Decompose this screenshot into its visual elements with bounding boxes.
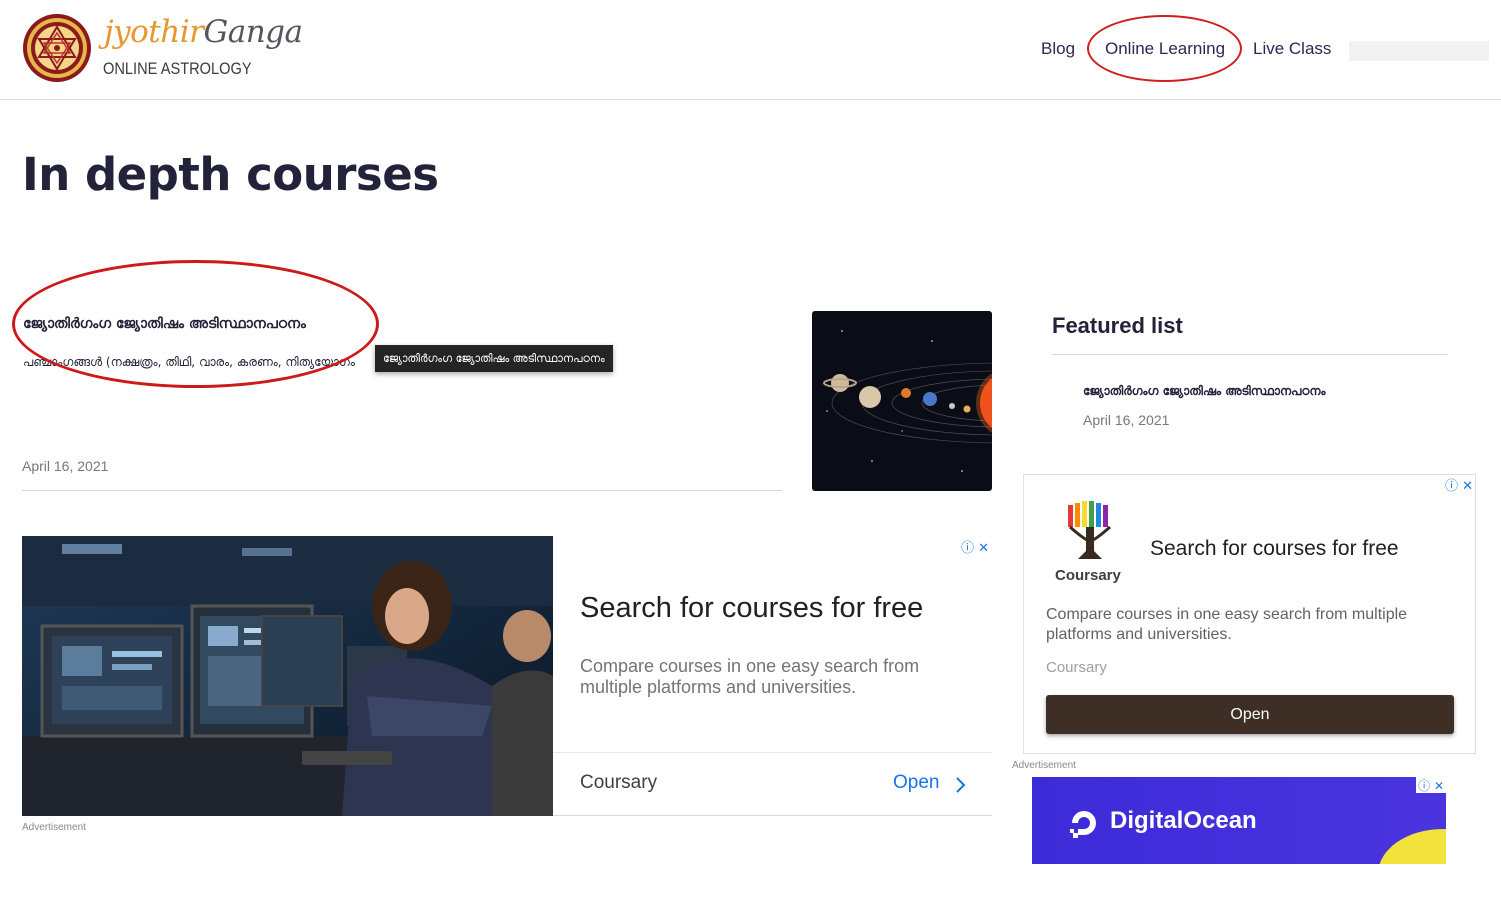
ad-advertiser: Coursary (1046, 659, 1107, 676)
ad-body: Compare courses in one easy search from … (580, 656, 920, 697)
post-thumbnail[interactable] (812, 311, 992, 491)
featured-item-title-link[interactable]: ജ്യോതിർഗംഗ ജ്യോതിഷം അടിസ്ഥാനപഠനം (1083, 384, 1326, 399)
digitalocean-logo-icon (1070, 811, 1096, 838)
sri-yantra-logo-icon[interactable] (22, 13, 92, 83)
ad-choices-icon[interactable]: ⓘ ✕ (1445, 475, 1473, 494)
chevron-right-icon[interactable] (954, 776, 966, 794)
red-annotation-circle (12, 260, 379, 388)
solar-system-image-icon (812, 311, 992, 491)
post-date: April 16, 2021 (22, 458, 109, 474)
ad-separator (553, 752, 992, 753)
coursary-side-ad[interactable]: ⓘ ✕ Coursary Search for courses for free… (1023, 474, 1476, 754)
digitalocean-name: DigitalOcean (1110, 807, 1257, 834)
post-divider (22, 490, 782, 491)
digitalocean-ad[interactable]: DigitalOcean ⓘ ✕ (1032, 777, 1446, 864)
featured-list-title: Featured list (1052, 313, 1183, 338)
advertisement-label: Advertisement (1012, 760, 1076, 771)
advertisement-label: Advertisement (22, 822, 86, 833)
ad-open-link[interactable]: Open (893, 772, 939, 794)
ad-choices-icon[interactable]: ⓘ ✕ (961, 537, 989, 556)
post-title-tooltip: ജ്യോതിർഗംഗ ജ്യോതിഷം അടിസ്ഥാനപഠനം (375, 345, 613, 372)
coursary-ad-banner[interactable]: ⓘ ✕ Search for courses for free Compare … (22, 536, 992, 816)
featured-divider (1052, 354, 1447, 355)
ad-headline[interactable]: Search for courses for free (1150, 537, 1399, 561)
ad-open-button[interactable]: Open (1046, 695, 1454, 734)
page-title: In depth courses (22, 148, 439, 201)
office-computers-photo-icon (22, 536, 553, 816)
ad-headline[interactable]: Search for courses for free (580, 592, 923, 625)
nav-live-class[interactable]: Live Class (1253, 39, 1331, 59)
ad-photo[interactable] (22, 536, 553, 816)
ad-body: Compare courses in one easy search from … (1046, 606, 1408, 643)
coursary-logo-text: Coursary (1055, 567, 1121, 584)
brand-name[interactable]: jyothirGanga (104, 14, 303, 50)
nav-placeholder-bar (1349, 41, 1489, 61)
nav-blog[interactable]: Blog (1041, 39, 1075, 59)
ad-decoration (1378, 829, 1446, 864)
ad-advertiser[interactable]: Coursary (580, 772, 657, 794)
ad-choices-icon[interactable]: ⓘ ✕ (1416, 777, 1446, 793)
brand-tagline: ONLINE ASTROLOGY (103, 59, 252, 78)
featured-item-date: April 16, 2021 (1083, 412, 1170, 428)
coursary-tree-logo-icon[interactable] (1064, 501, 1116, 561)
site-header: jyothirGanga ONLINE ASTROLOGY Blog Onlin… (0, 0, 1501, 100)
red-annotation-circle (1087, 15, 1242, 82)
